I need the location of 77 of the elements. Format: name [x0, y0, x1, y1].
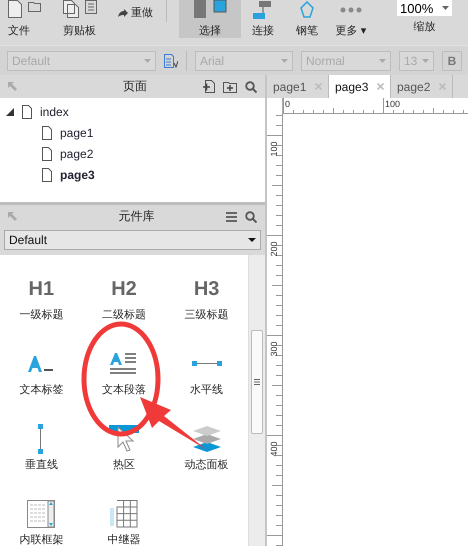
page-tree-item[interactable]: page3 [60, 168, 95, 182]
tool-label: 更多 ▾ [336, 24, 366, 38]
expanded-triangle-icon[interactable] [6, 108, 14, 116]
search-icon[interactable] [245, 210, 257, 222]
more-icon [340, 7, 362, 13]
widget-label[interactable]: 热区 [112, 457, 135, 472]
add-page-icon[interactable] [203, 80, 215, 93]
folder-icon[interactable] [28, 0, 42, 12]
new-file-icon[interactable] [8, 0, 22, 18]
grip-icon [254, 379, 260, 385]
add-folder-icon[interactable] [223, 80, 237, 92]
widget-label[interactable]: 中继器 [107, 532, 140, 546]
repeater-grid-icon [110, 500, 138, 528]
redo-button[interactable]: 重做 [131, 5, 153, 20]
widget-label[interactable]: 垂直线 [24, 457, 58, 472]
widget-label[interactable]: 一级标题 [19, 307, 64, 322]
ruler-label: 100 [269, 141, 279, 157]
library-dropdown[interactable]: Default [4, 230, 261, 250]
toolbar-group-label: 剪贴板 [63, 24, 96, 38]
page-icon [42, 168, 52, 182]
ruler-label: 0 [285, 99, 290, 109]
dropdown-caret-icon [379, 58, 386, 62]
scrollbar[interactable] [248, 255, 265, 546]
ruler-label: 400 [269, 441, 279, 457]
widget-label[interactable]: 文本段落 [102, 382, 146, 397]
page-tree-item[interactable]: page1 [60, 126, 94, 140]
menu-icon[interactable] [226, 212, 237, 222]
search-icon[interactable] [245, 80, 257, 92]
toolbar-group-label: 缩放 [414, 20, 436, 34]
layers-icon [192, 426, 222, 452]
ruler-label: 100 [385, 99, 400, 109]
ruler-label: 300 [269, 341, 279, 357]
connector-icon [253, 1, 273, 19]
pointer-icon [192, 0, 228, 20]
widget-label[interactable]: 二级标题 [102, 307, 146, 322]
page-tab[interactable]: page3 [329, 75, 391, 98]
dropdown-caret-icon [422, 58, 429, 62]
heading-glyph: H2 [111, 277, 137, 302]
text-label-icon [27, 354, 56, 374]
dropdown-caret-icon [442, 6, 449, 10]
toolbar-tool[interactable]: 更多 ▾ [329, 0, 373, 38]
annotation-arrow [140, 397, 207, 450]
paragraph-icon [110, 352, 138, 376]
dropdown-caret-icon [248, 238, 256, 242]
page-icon [42, 126, 52, 140]
page-tree-item[interactable]: page2 [60, 146, 94, 160]
copy-icon[interactable] [63, 0, 79, 18]
tool-label: 连接 [252, 24, 274, 38]
widget-label[interactable]: 三级标题 [184, 307, 229, 322]
inline-frame-icon [27, 500, 56, 528]
ruler-label: 200 [269, 241, 279, 257]
heading-glyph: H1 [28, 277, 54, 302]
widget-label[interactable]: 水平线 [190, 382, 224, 397]
redo-arrow-icon [118, 8, 128, 16]
dropdown-caret-icon [144, 58, 151, 62]
tool-label: 钢笔 [296, 24, 318, 38]
paste-icon[interactable] [85, 0, 97, 14]
widget-label[interactable]: 动态面板 [184, 457, 229, 472]
widget-label[interactable]: 内联框架 [19, 532, 64, 546]
heading-glyph: H3 [194, 277, 220, 302]
vertical-line-icon [38, 424, 44, 454]
toolbar-tool[interactable]: 钢笔 [285, 0, 329, 38]
widget-label[interactable]: 文本标签 [19, 382, 64, 397]
scrollbar-thumb[interactable] [251, 330, 263, 434]
panel-title: 元件库 [118, 208, 156, 225]
dropdown-caret-icon [281, 58, 288, 62]
hotspot-icon [108, 425, 139, 453]
toolbar-group-label: 文件 [8, 24, 30, 38]
tool-label: 选择 [199, 24, 221, 38]
horizontal-line-icon [192, 361, 222, 367]
zoom-field[interactable]: 100% [397, 0, 452, 16]
page-tree-item[interactable]: index [40, 104, 69, 118]
toolbar-tool[interactable]: 连接 [241, 0, 285, 38]
panel-title: 页面 [122, 78, 148, 95]
toolbar-tool[interactable]: 选择 [179, 0, 241, 38]
page-icon [42, 146, 52, 160]
page-icon [22, 104, 32, 118]
